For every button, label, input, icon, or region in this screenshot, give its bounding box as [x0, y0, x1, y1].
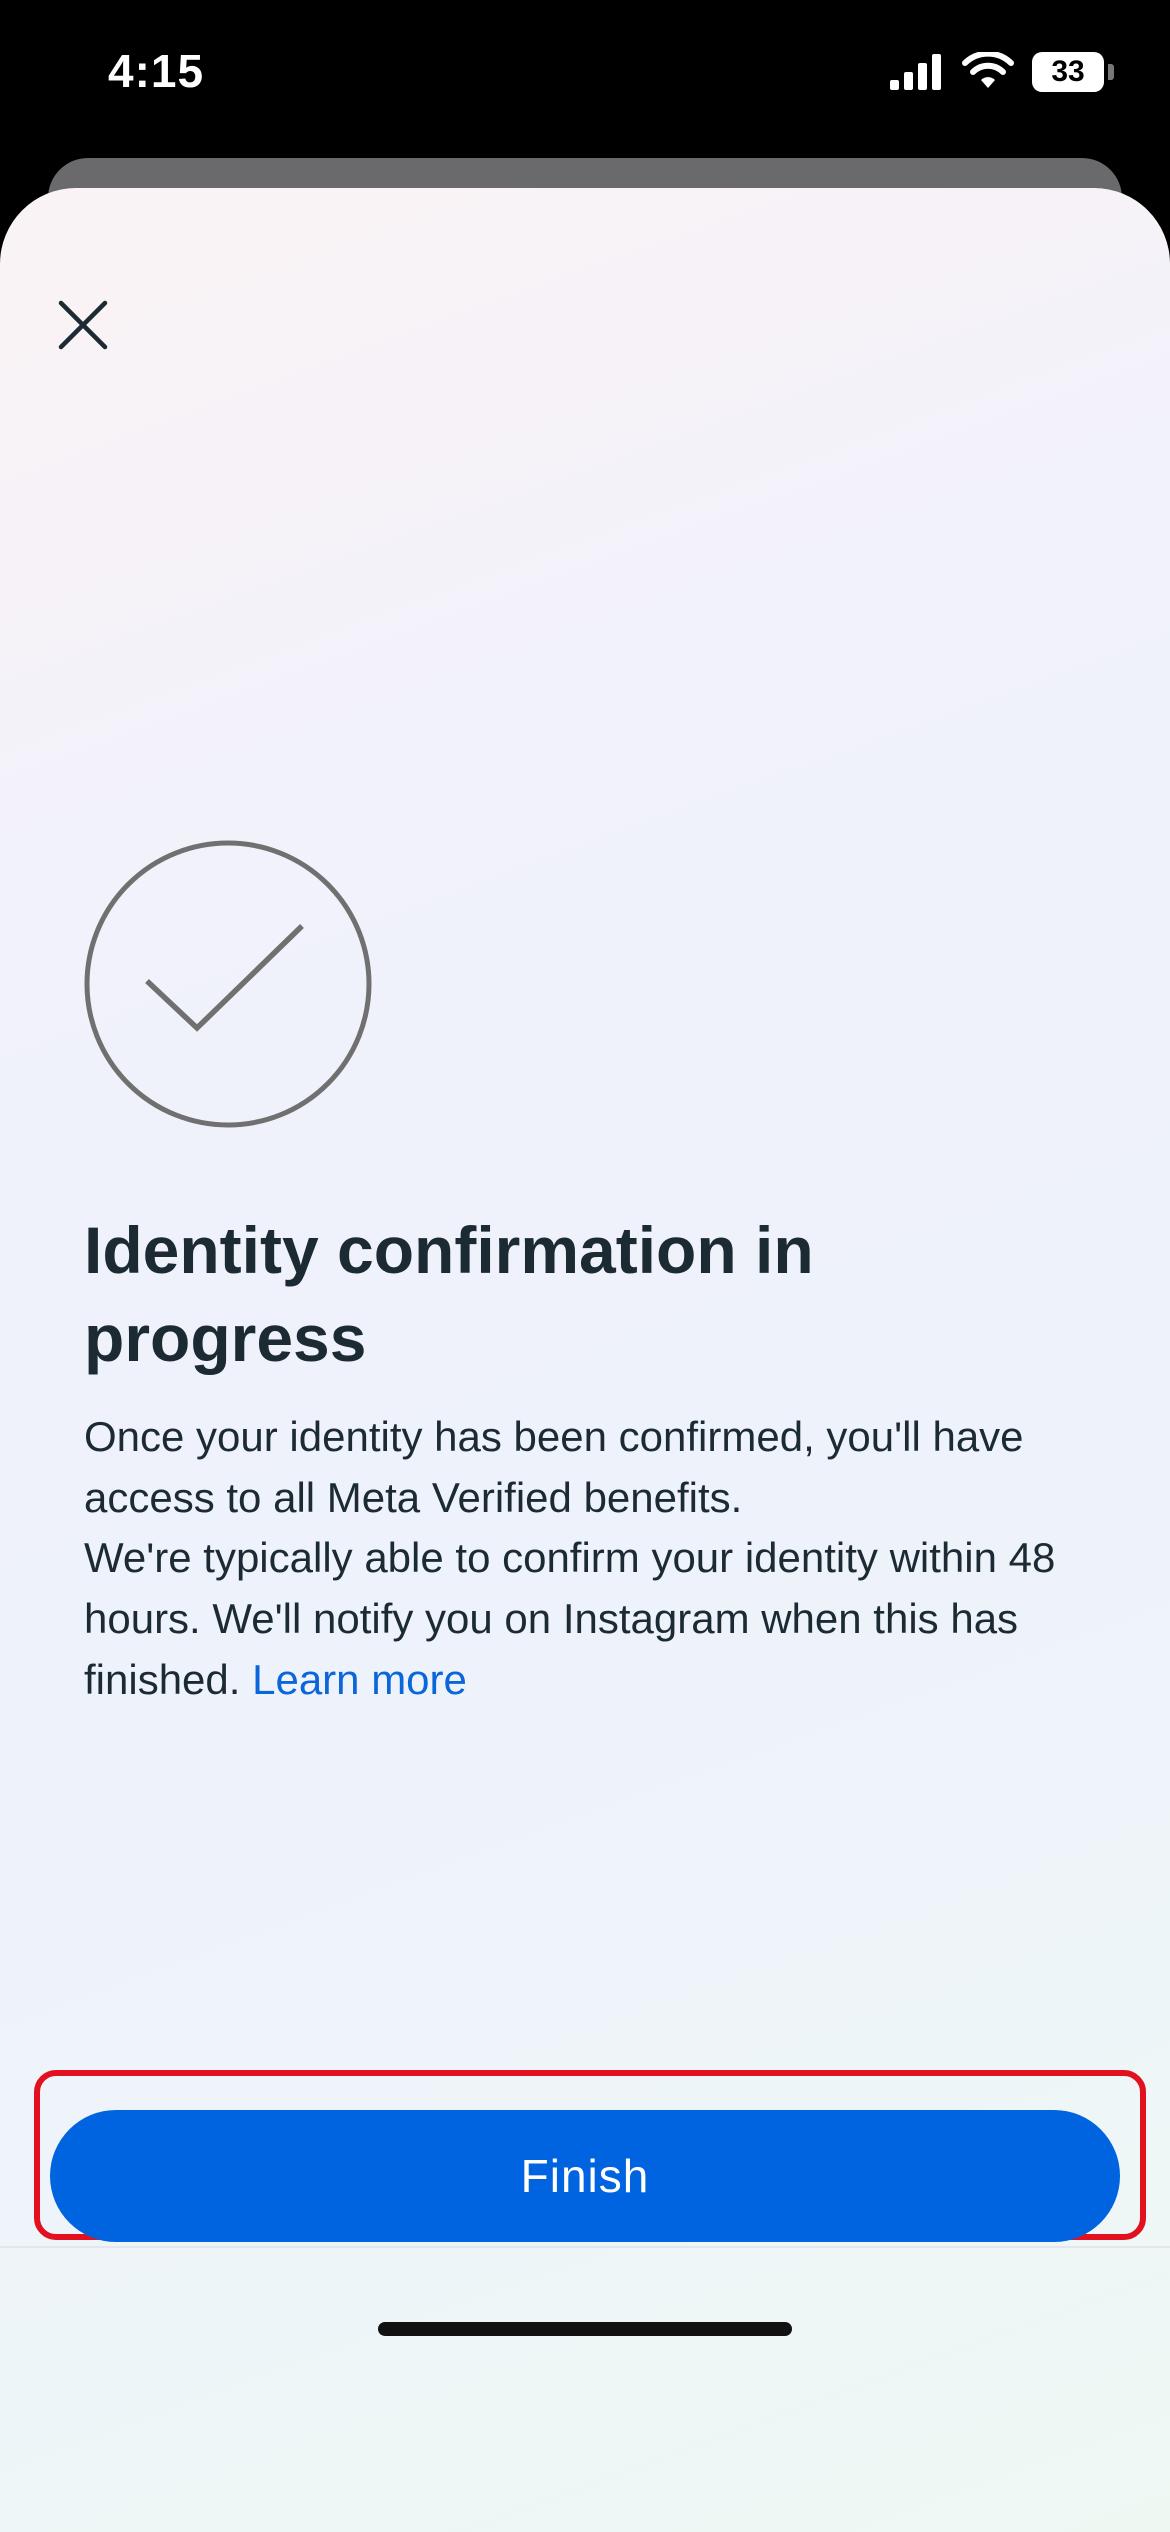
home-indicator: [378, 2322, 792, 2336]
footer-divider: [0, 2246, 1170, 2248]
signal-icon: [890, 54, 941, 90]
timing-description: We're typically able to confirm your ide…: [84, 1527, 1094, 1710]
check-circle-icon: [84, 840, 372, 1128]
battery-level: 33: [1051, 55, 1085, 88]
battery-tip: [1108, 64, 1114, 80]
status-time: 4:15: [108, 45, 205, 97]
battery-icon: 33: [1032, 52, 1104, 92]
benefits-description: Once your identity has been confirmed, y…: [84, 1413, 1024, 1521]
timing-text: We're typically able to confirm your ide…: [84, 1534, 1056, 1703]
page-title: Identity confirmation in progress: [84, 1213, 814, 1375]
close-button[interactable]: [42, 284, 124, 366]
close-icon: [58, 300, 108, 350]
status-bar: 4:15 33: [0, 0, 1170, 150]
learn-more-link[interactable]: Learn more: [252, 1656, 467, 1703]
finish-button[interactable]: Finish: [50, 2110, 1120, 2242]
wifi-icon: [962, 52, 1014, 88]
status-icons: 33: [888, 52, 1114, 92]
